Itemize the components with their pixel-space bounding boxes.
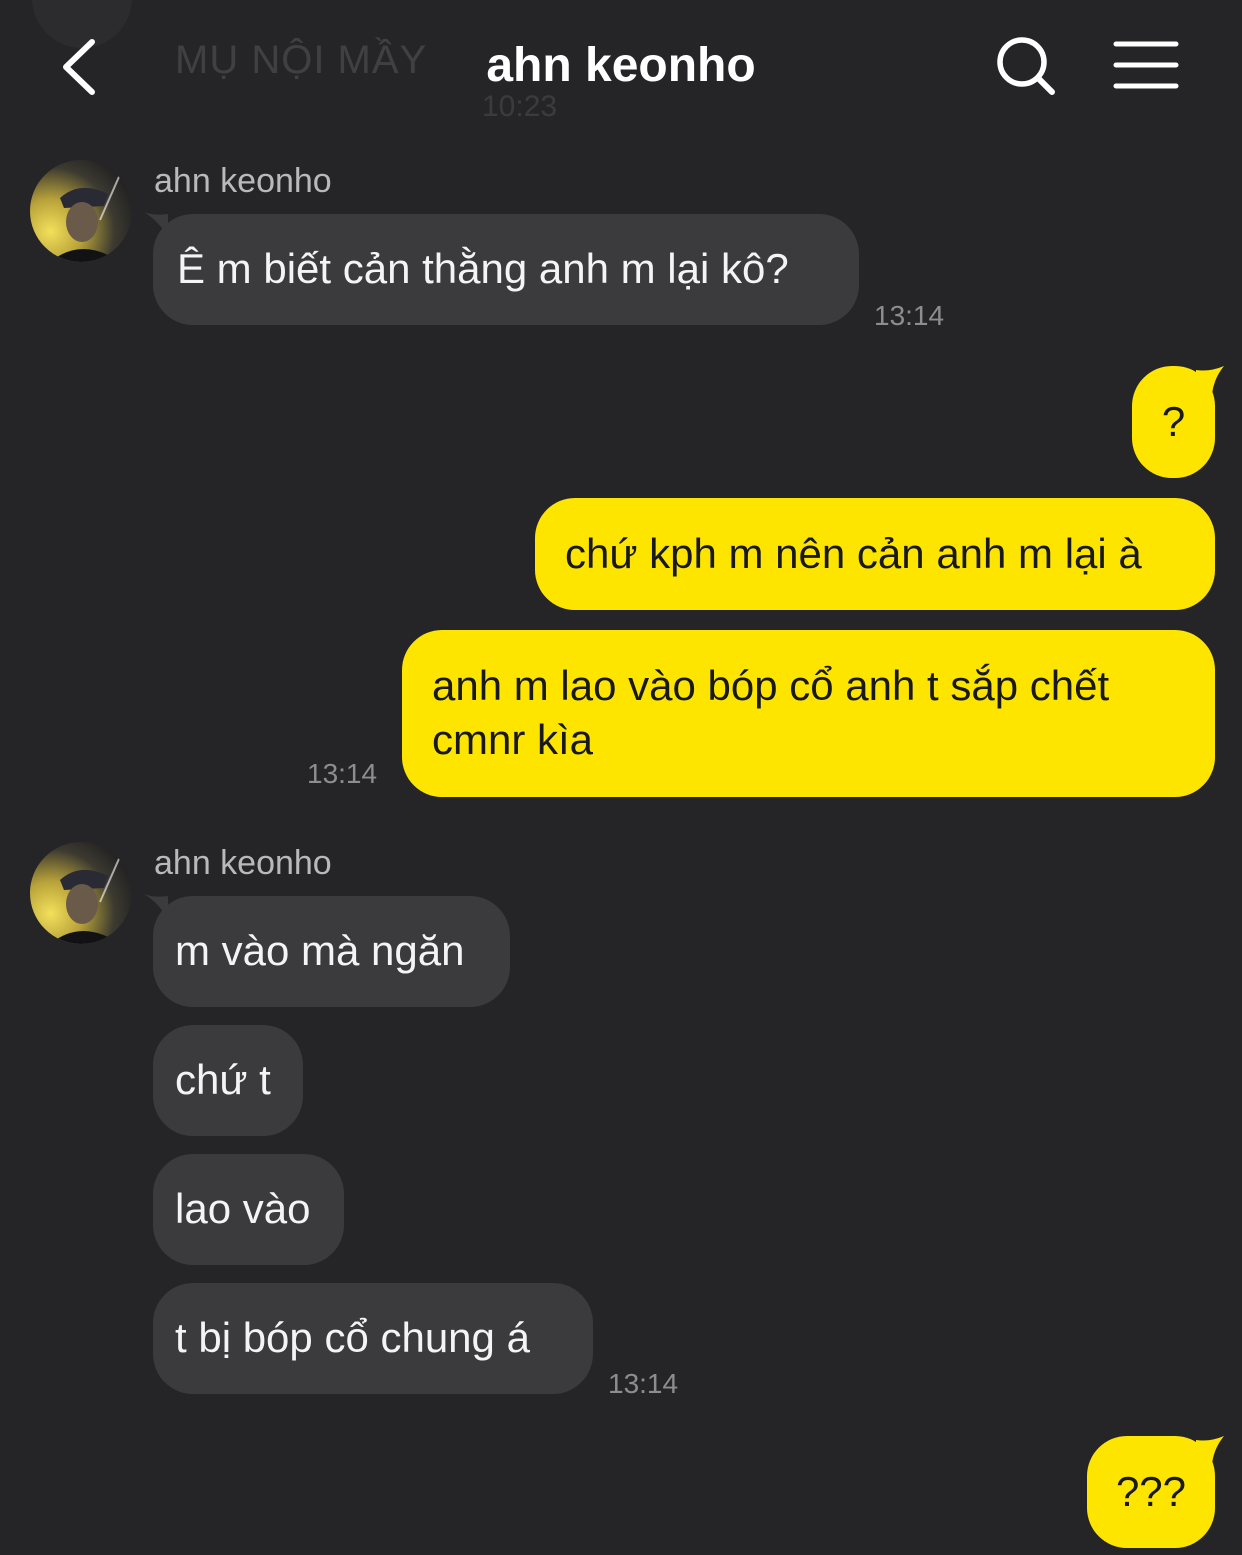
message-bubble[interactable]: chứ t [153, 1025, 303, 1136]
search-icon [997, 37, 1055, 95]
message-text: Ê m biết cản thằng anh m lại kô? [177, 245, 789, 292]
contact-avatar[interactable] [30, 160, 132, 262]
contact-avatar[interactable] [30, 842, 132, 944]
avatar-photo-icon [30, 160, 132, 262]
message-text: t bị bóp cổ chung á [175, 1314, 530, 1361]
back-button[interactable] [52, 32, 112, 102]
sender-name: ahn keonho [154, 844, 332, 882]
menu-button[interactable] [1108, 36, 1184, 96]
chat-title: ahn keonho [486, 39, 756, 92]
message-bubble-own[interactable]: chứ kph m nên cản anh m lại à [535, 498, 1215, 610]
message-text-line: anh m lao vào bóp cổ anh t sắp chết [432, 662, 1110, 709]
hamburger-menu-icon [1113, 41, 1179, 89]
background-preview-time: 10:23 [482, 90, 558, 123]
message-bubble-own[interactable]: anh m lao vào bóp cổ anh t sắp chết cmnr… [402, 630, 1215, 797]
message-text: lao vào [175, 1185, 311, 1232]
chevron-left-icon [63, 39, 95, 95]
message-text-line: cmnr kìa [432, 716, 594, 763]
message-time: 13:14 [874, 300, 945, 331]
message-text: chứ kph m nên cản anh m lại à [565, 530, 1142, 577]
message-time: 13:14 [608, 1368, 679, 1399]
message-time: 13:14 [307, 758, 378, 789]
avatar-photo-icon [30, 842, 132, 944]
message-bubble[interactable]: t bị bóp cổ chung á [153, 1283, 593, 1394]
message-text: m vào mà ngăn [175, 927, 465, 974]
message-bubble[interactable]: lao vào [153, 1154, 344, 1265]
message-text: ??? [1115, 1468, 1187, 1515]
message-text: chứ t [175, 1056, 271, 1103]
message-bubble-own[interactable]: ??? [1087, 1436, 1215, 1548]
background-preview-text: MỤ NỘI MẦY [175, 38, 428, 82]
search-button[interactable] [990, 30, 1060, 100]
message-bubble[interactable]: m vào mà ngăn [153, 896, 510, 1007]
message-bubble-own[interactable]: ? [1132, 366, 1215, 478]
chat-header: MỤ NỘI MẦY 10:23 ahn keonho [0, 0, 1242, 135]
sender-name: ahn keonho [154, 162, 332, 200]
message-bubble[interactable]: Ê m biết cản thằng anh m lại kô? [153, 214, 859, 325]
message-text: ? [1161, 398, 1186, 445]
